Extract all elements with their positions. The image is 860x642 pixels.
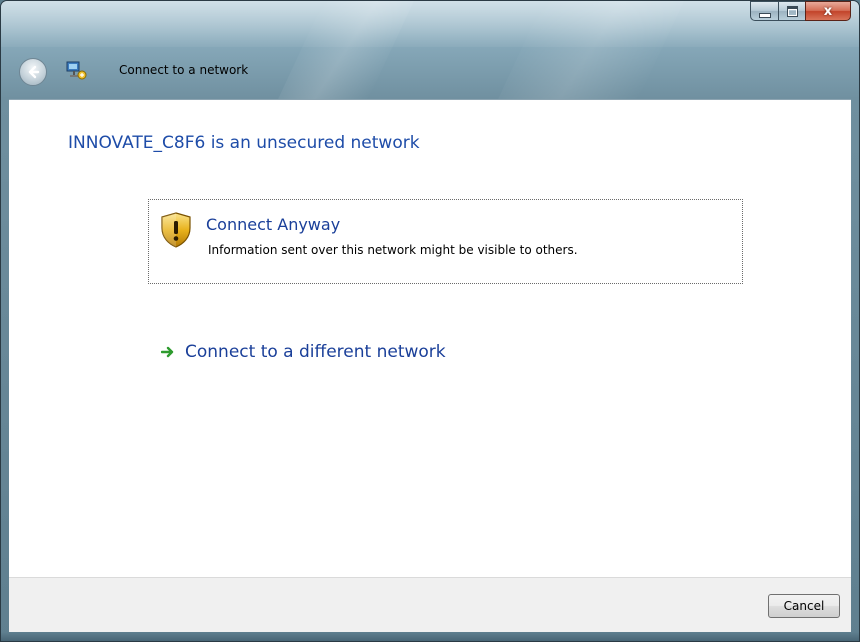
maximize-icon bbox=[786, 5, 798, 17]
maximize-button[interactable] bbox=[778, 1, 805, 21]
back-arrow-icon bbox=[28, 65, 40, 79]
network-icon bbox=[66, 61, 87, 80]
window-bottom-border bbox=[1, 632, 859, 641]
connect-anyway-option[interactable]: Connect Anyway Information sent over thi… bbox=[148, 199, 743, 284]
title-bar[interactable]: x Connect to a network bbox=[1, 1, 859, 99]
dialog-footer: Cancel bbox=[9, 577, 851, 635]
caption-buttons: x bbox=[750, 1, 851, 22]
different-network-label: Connect to a different network bbox=[185, 342, 446, 362]
network-heading: INNOVATE_C8F6 is an unsecured network bbox=[68, 133, 420, 153]
window-title: Connect to a network bbox=[119, 63, 249, 77]
close-button[interactable]: x bbox=[805, 1, 851, 21]
connect-anyway-description: Information sent over this network might… bbox=[208, 243, 578, 257]
minimize-button[interactable] bbox=[750, 1, 778, 21]
connect-anyway-title: Connect Anyway bbox=[206, 215, 341, 234]
minimize-icon bbox=[758, 12, 771, 18]
cancel-button[interactable]: Cancel bbox=[768, 594, 840, 618]
green-arrow-icon bbox=[161, 346, 174, 358]
content-area: INNOVATE_C8F6 is an unsecured network Co… bbox=[9, 99, 851, 578]
connect-different-network-link[interactable]: Connect to a different network bbox=[161, 342, 446, 362]
glass-shine bbox=[1, 1, 859, 47]
back-button[interactable] bbox=[19, 58, 47, 86]
close-icon: x bbox=[823, 3, 833, 19]
dialog-window: x Connect to a network INNOVATE_C8F6 is … bbox=[0, 0, 860, 642]
security-shield-icon bbox=[161, 212, 191, 248]
